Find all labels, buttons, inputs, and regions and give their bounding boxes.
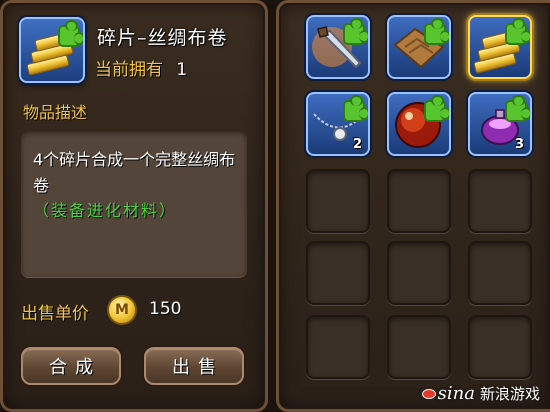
- fragment-puzzle-icon: [505, 18, 530, 45]
- fragment-puzzle-icon: [343, 95, 368, 122]
- silk-roll-fragment-icon: [19, 17, 85, 83]
- inventory-slot-necklace-fragment[interactable]: 2: [306, 92, 370, 156]
- inventory-panel: 2 3: [276, 0, 550, 412]
- sina-logo: sina: [421, 383, 475, 404]
- inventory-slot-empty[interactable]: [387, 169, 451, 233]
- inventory-slot-empty[interactable]: [306, 169, 370, 233]
- combine-button[interactable]: 合成: [21, 347, 121, 385]
- inventory-slot-empty[interactable]: [387, 241, 451, 305]
- fragment-puzzle-icon: [505, 95, 530, 122]
- inventory-slot-empty[interactable]: [306, 315, 370, 379]
- inventory-slot-red-orb-fragment[interactable]: [387, 92, 451, 156]
- inventory-slot-leather-scroll-fragment[interactable]: [387, 15, 451, 79]
- fragment-puzzle-icon: [343, 18, 368, 45]
- sina-eye-icon: [421, 389, 436, 399]
- inventory-slot-empty[interactable]: [387, 315, 451, 379]
- sell-price-value: 150: [149, 299, 182, 319]
- owned-label: 当前拥有: [95, 60, 163, 80]
- owned-value: 1: [176, 60, 188, 80]
- watermark-text: 新浪游戏: [479, 385, 540, 403]
- item-count: 2: [352, 137, 362, 152]
- inventory-slot-empty[interactable]: [468, 241, 532, 305]
- item-count: 3: [514, 137, 524, 152]
- owned-count: 当前拥有 1: [95, 55, 187, 80]
- inventory-slot-purple-potion-fragment[interactable]: 3: [468, 92, 532, 156]
- description-box: 4个碎片合成一个完整丝绸布卷 （装备进化材料）: [21, 131, 247, 277]
- inventory-slot-dagger-fragment[interactable]: [306, 15, 370, 79]
- sell-button[interactable]: 出售: [144, 347, 244, 385]
- item-detail-panel: 碎片–丝绸布卷 当前拥有 1 物品描述 4个碎片合成一个完整丝绸布卷 （装备进化…: [0, 0, 268, 412]
- sell-price-label: 出售单价: [21, 304, 89, 324]
- item-name: 碎片–丝绸布卷: [97, 27, 228, 49]
- fragment-puzzle-icon: [424, 18, 449, 45]
- sina-games-watermark: sina 新浪游戏: [421, 383, 540, 404]
- inventory-slot-silk-roll-fragment[interactable]: [468, 15, 532, 79]
- description-heading: 物品描述: [23, 103, 88, 122]
- fragment-puzzle-icon: [424, 95, 449, 122]
- description-text: 4个碎片合成一个完整丝绸布卷: [33, 150, 236, 195]
- fragment-puzzle-icon: [58, 20, 83, 47]
- description-note: （装备进化材料）: [33, 201, 178, 220]
- inventory-slot-empty[interactable]: [306, 241, 370, 305]
- inventory-slot-empty[interactable]: [468, 169, 532, 233]
- inventory-slot-empty[interactable]: [468, 315, 532, 379]
- gold-coin-icon: M: [107, 295, 137, 325]
